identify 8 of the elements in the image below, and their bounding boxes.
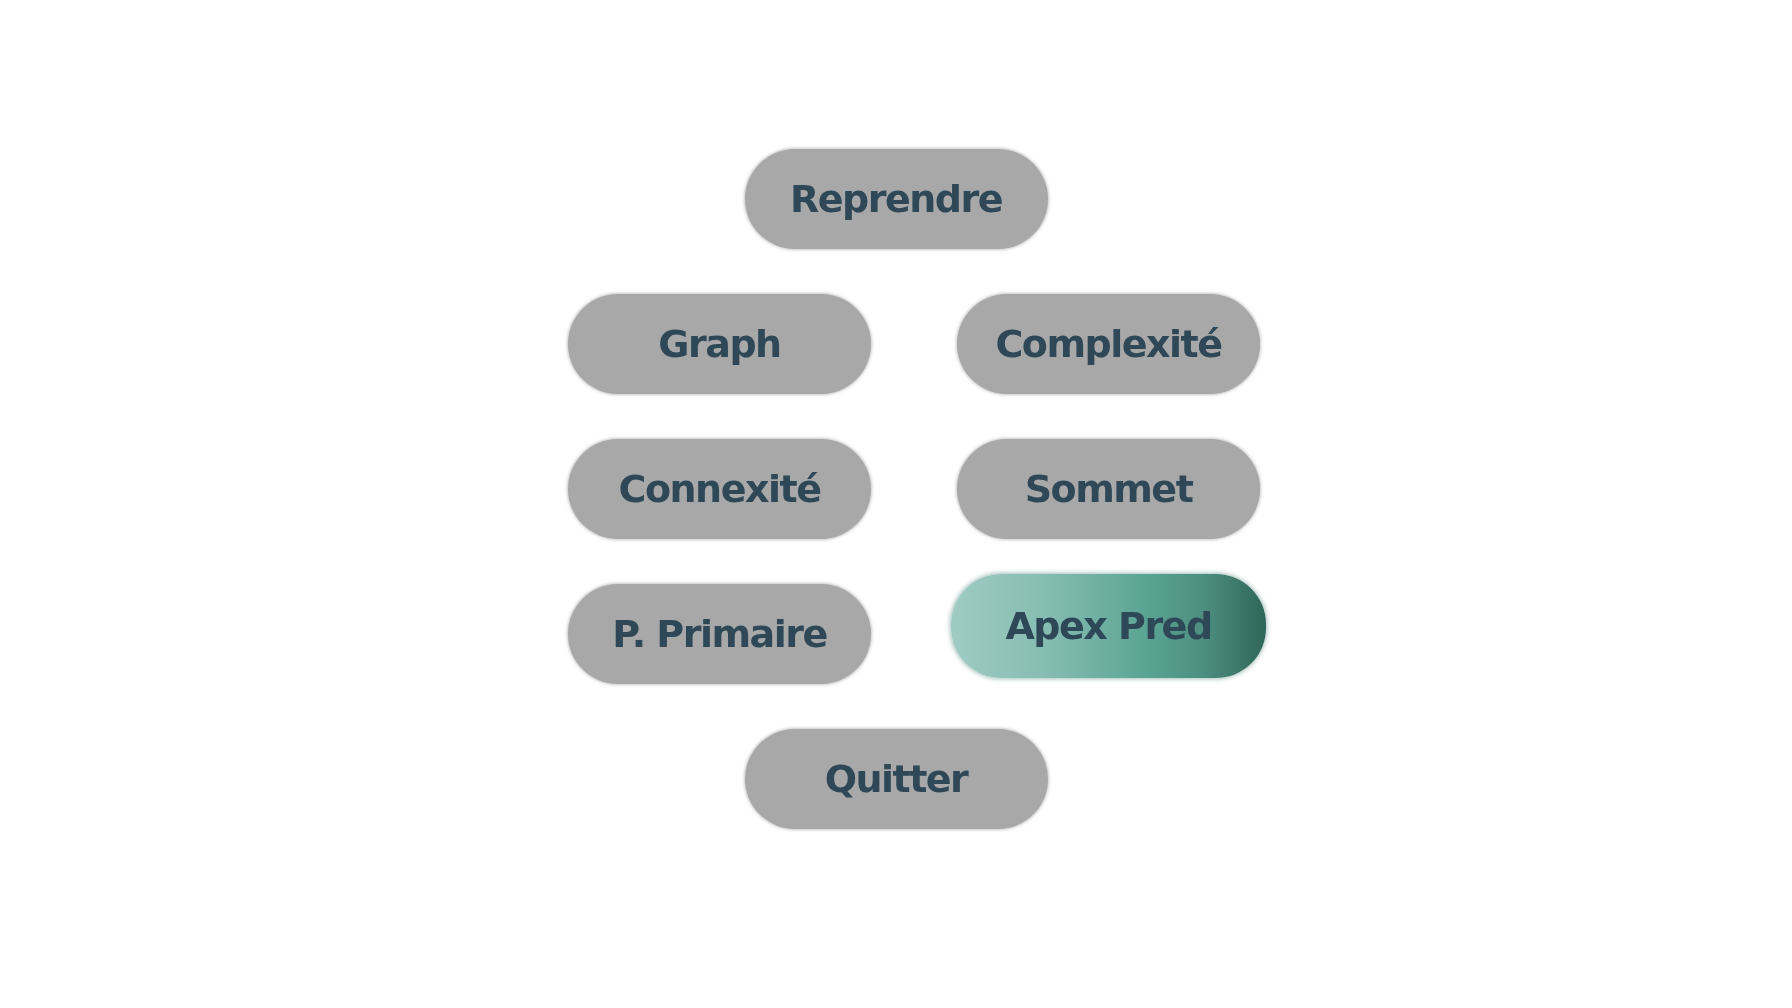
menu-button[interactable]: Graph <box>568 294 871 394</box>
menu-button[interactable]: Reprendre <box>744 149 1048 249</box>
menu-button[interactable]: Sommet <box>957 439 1260 539</box>
menu-button[interactable]: Complexité <box>957 294 1260 394</box>
menu-button[interactable]: Quitter <box>744 729 1048 829</box>
menu-button[interactable]: Apex Pred <box>951 574 1266 678</box>
menu-button[interactable]: Connexité <box>568 439 871 539</box>
menu-button[interactable]: P. Primaire <box>568 584 871 684</box>
